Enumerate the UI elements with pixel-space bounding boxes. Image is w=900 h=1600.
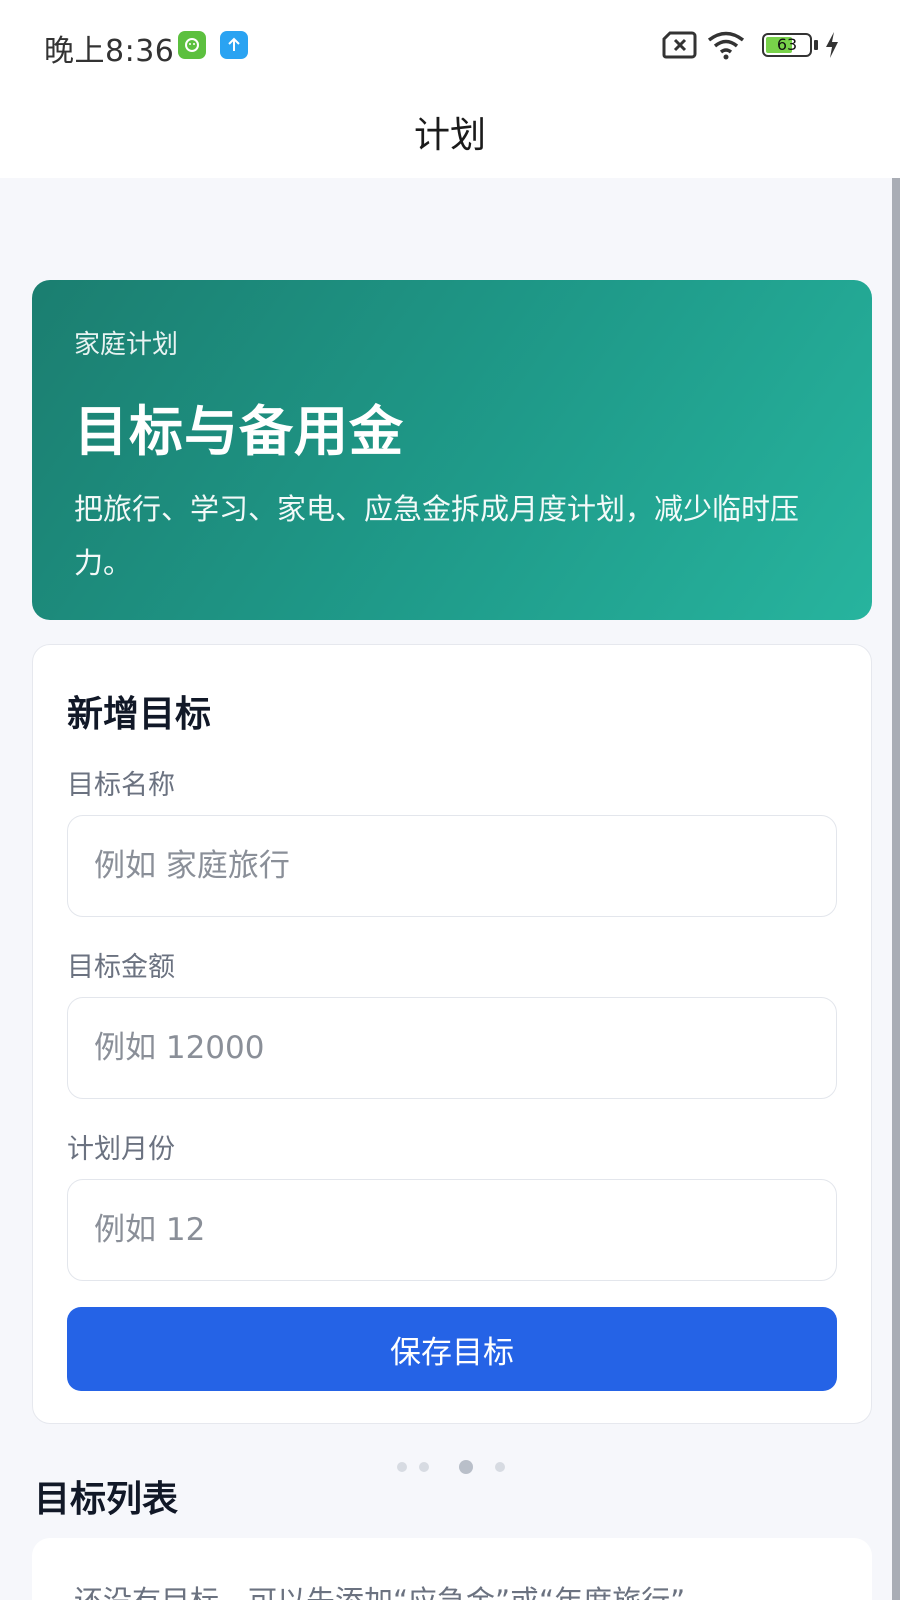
new-goal-form: 新增目标 目标名称 目标金额 计划月份 保存目标 [32, 644, 872, 1424]
charging-bolt-icon [824, 30, 840, 64]
scrollbar[interactable] [892, 178, 900, 1600]
battery-tip [814, 40, 818, 50]
hero-title: 目标与备用金 [74, 400, 404, 463]
plan-months-input[interactable] [67, 1179, 837, 1281]
goal-list-empty-card: 还没有目标，可以先添加“应急金”或“年度旅行” [32, 1538, 872, 1600]
status-bar: 晚上8:36 63 [0, 0, 900, 90]
no-sim-icon [662, 30, 698, 64]
hero-banner: 家庭计划 目标与备用金 把旅行、学习、家电、应急金拆成月度计划，减少临时压力。 [32, 280, 872, 620]
page-title: 计划 [413, 115, 486, 156]
wifi-icon [706, 30, 746, 64]
goal-amount-input[interactable] [67, 997, 837, 1099]
upload-arrow-icon [220, 31, 248, 59]
app-green-icon [178, 31, 206, 59]
battery-icon: 63 [762, 33, 812, 57]
status-time: 晚上8:36 [44, 34, 175, 69]
hero-description: 把旅行、学习、家电、应急金拆成月度计划，减少临时压力。 [74, 492, 800, 580]
goal-list-title: 目标列表 [34, 1479, 179, 1520]
save-goal-button[interactable]: 保存目标 [67, 1307, 837, 1391]
hero-kicker: 家庭计划 [74, 330, 179, 360]
battery-level-text: 63 [776, 35, 798, 54]
goal-name-input[interactable] [67, 815, 837, 917]
pager-dot [419, 1462, 429, 1472]
goal-name-label: 目标名称 [67, 770, 175, 801]
pager-dot-active [459, 1460, 473, 1474]
nav-bar: 计划 [0, 90, 900, 178]
pager-dot [397, 1462, 407, 1472]
goal-amount-label: 目标金额 [67, 952, 175, 983]
plan-months-label: 计划月份 [67, 1134, 175, 1165]
pager-dot [495, 1462, 505, 1472]
form-title: 新增目标 [67, 694, 212, 735]
goal-list-empty-text: 还没有目标，可以先添加“应急金”或“年度旅行” [74, 1578, 685, 1600]
